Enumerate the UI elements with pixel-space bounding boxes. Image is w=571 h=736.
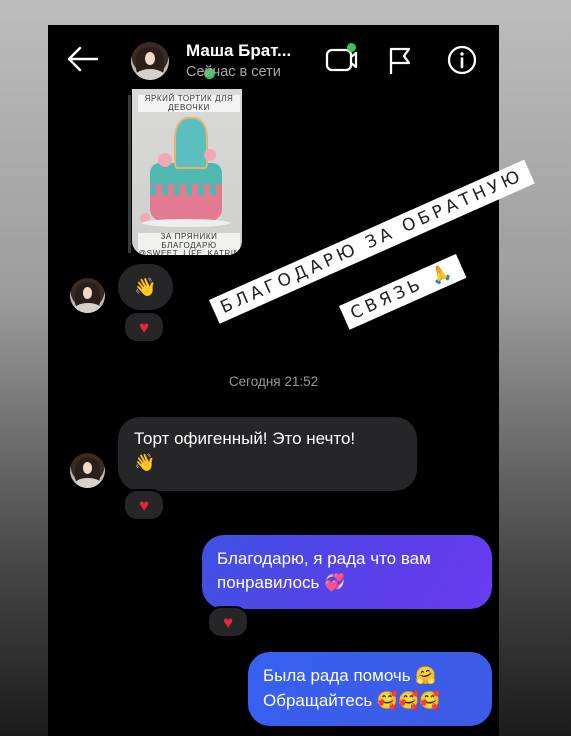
sender-avatar[interactable]	[70, 278, 105, 313]
info-button[interactable]	[446, 44, 478, 76]
heart-reaction[interactable]: ♥	[207, 606, 249, 638]
heart-reaction[interactable]: ♥	[123, 311, 165, 343]
reply-indicator-bar	[128, 95, 131, 253]
heart-icon: ♥	[138, 317, 150, 337]
wave-emoji: 👋	[134, 277, 157, 297]
message-text: Была рада помочь 🤗	[263, 666, 437, 685]
message-text: Обращайтесь 🥰🥰🥰	[263, 691, 441, 710]
cake-topper	[174, 117, 208, 169]
sender-avatar[interactable]	[70, 453, 105, 488]
heart-reaction[interactable]: ♥	[123, 489, 165, 521]
info-icon	[447, 45, 477, 75]
video-active-dot	[347, 43, 356, 52]
message-text: 👋	[134, 453, 156, 472]
back-button[interactable]	[66, 45, 100, 73]
heart-icon: ♥	[138, 495, 150, 515]
chat-screen: Маша Брат... Сейчас в сети ЯРКИЙ ТОРТИК …	[48, 25, 499, 736]
incoming-message[interactable]: Торт офигенный! Это нечто! 👋	[118, 417, 417, 491]
outgoing-message[interactable]: Была рада помочь 🤗 Обращайтесь 🥰🥰🥰	[248, 652, 492, 726]
contact-status: Сейчас в сети	[186, 64, 281, 80]
contact-avatar[interactable]	[131, 42, 169, 80]
photo-caption-top: ЯРКИЙ ТОРТИК ДЛЯ ДЕВОЧКИ	[138, 94, 240, 112]
cake-drip	[150, 185, 222, 195]
cake-decoration	[204, 149, 216, 161]
flag-icon	[389, 47, 411, 74]
shared-photo[interactable]: ЯРКИЙ ТОРТИК ДЛЯ ДЕВОЧКИ ЗА ПРЯНИКИ БЛАГ…	[132, 89, 242, 255]
cake-plate	[142, 219, 230, 227]
message-text: понравилось 💞	[217, 573, 346, 592]
message-text: Торт офигенный! Это нечто!	[134, 429, 356, 448]
report-button[interactable]	[387, 46, 413, 76]
date-separator: Сегодня 21:52	[228, 374, 319, 389]
message-text: Благодарю, я рада что вам	[217, 549, 431, 568]
wave-message[interactable]: 👋	[118, 264, 173, 310]
video-call-button[interactable]	[325, 43, 359, 76]
back-arrow-icon	[67, 46, 99, 72]
chat-header: Маша Брат... Сейчас в сети	[48, 25, 499, 95]
heart-icon: ♥	[222, 612, 234, 632]
cake-decoration	[158, 153, 172, 167]
contact-name[interactable]: Маша Брат...	[186, 41, 291, 61]
outgoing-message[interactable]: Благодарю, я рада что вам понравилось 💞	[202, 535, 492, 609]
photo-caption-bottom: ЗА ПРЯНИКИ БЛАГОДАРЮ @SWEET_LIFE_KATRIN	[138, 232, 240, 255]
